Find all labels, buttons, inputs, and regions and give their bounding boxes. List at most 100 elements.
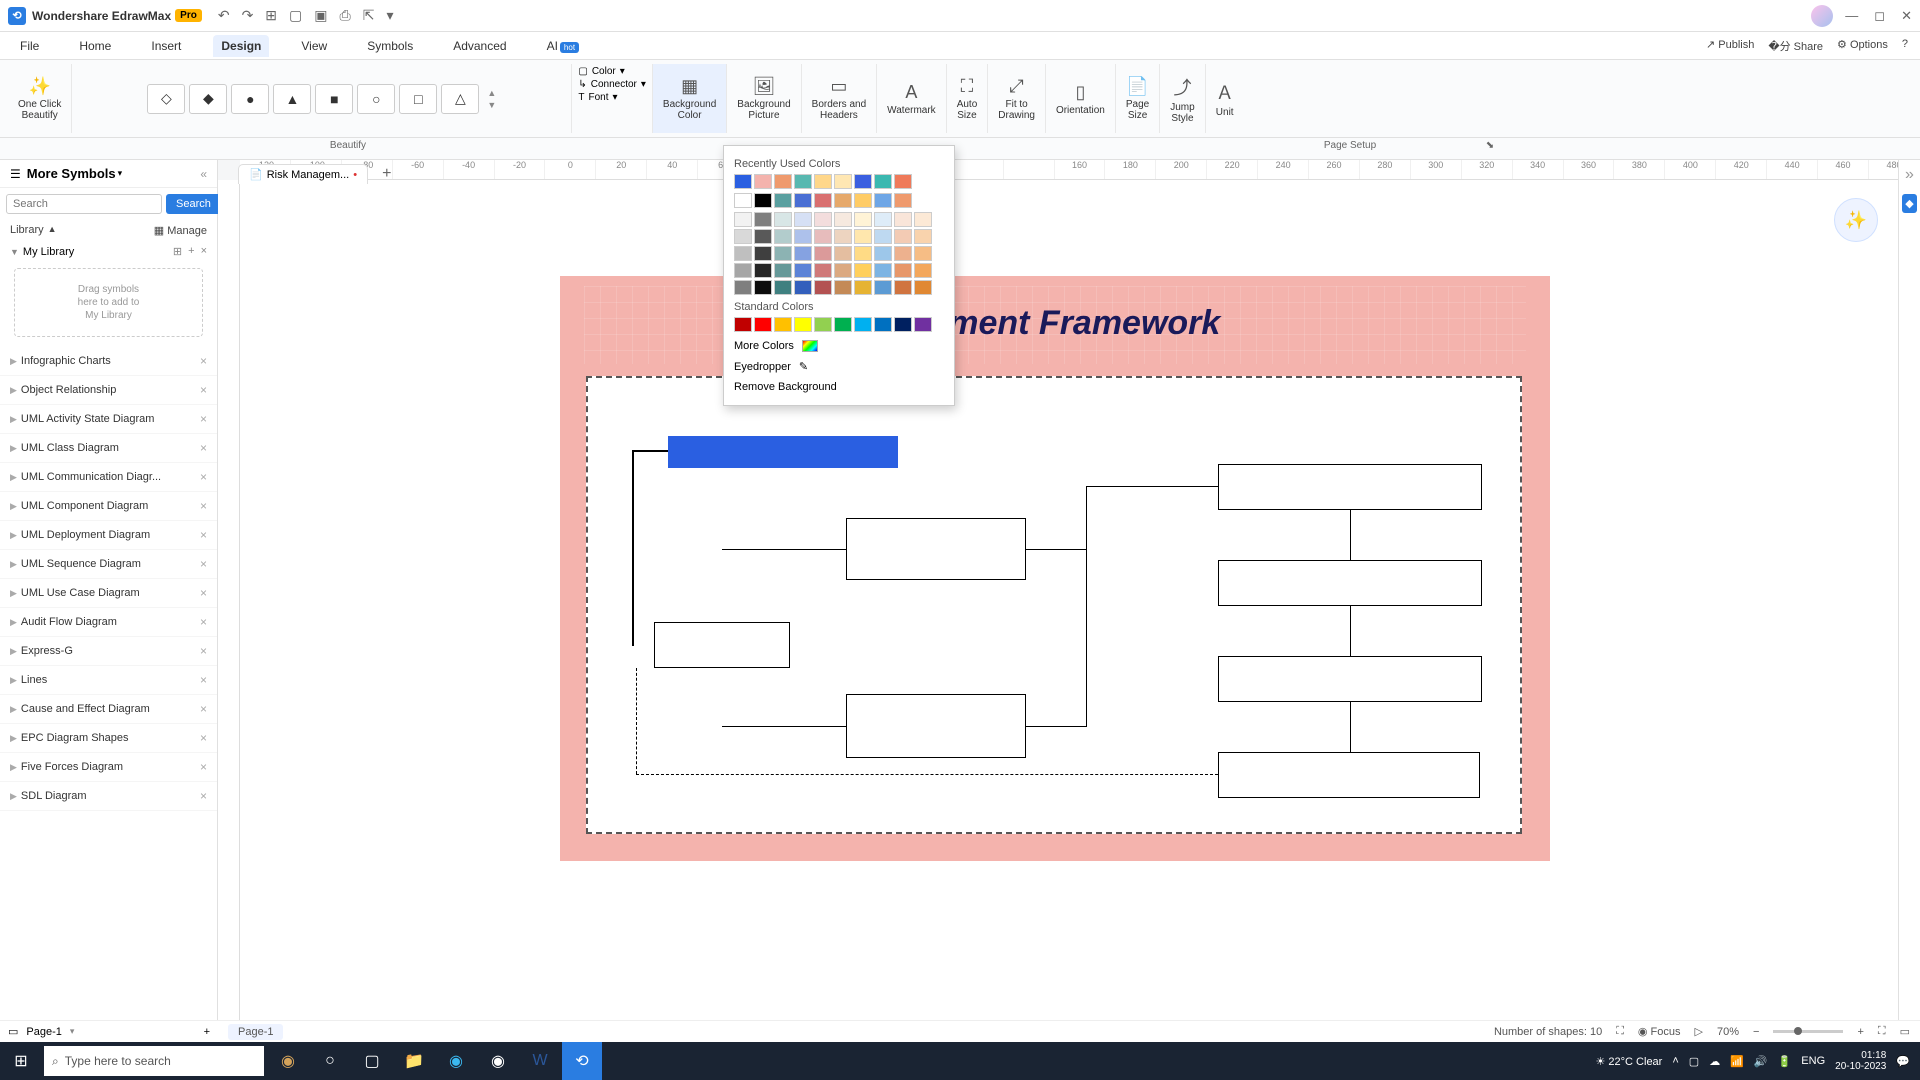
taskbar-clock[interactable]: 01:18 20-10-2023 xyxy=(1835,1050,1886,1072)
dropzone[interactable]: Drag symbols here to add to My Library xyxy=(14,268,203,337)
page-select[interactable]: Page-1 xyxy=(26,1026,61,1038)
shape-box[interactable] xyxy=(654,622,790,668)
color-swatch[interactable] xyxy=(774,280,792,295)
style-preset-1[interactable]: ◇ xyxy=(147,84,185,114)
color-swatch[interactable] xyxy=(814,246,832,261)
manage-button[interactable]: ▦ Manage xyxy=(154,224,207,237)
fullscreen-icon[interactable]: ⛶ xyxy=(1616,1025,1624,1038)
sidebar-category[interactable]: ▶UML Deployment Diagram× xyxy=(0,521,217,550)
color-swatch[interactable] xyxy=(734,280,752,295)
category-close-icon[interactable]: × xyxy=(200,644,207,658)
tray-onedrive-icon[interactable]: ☁ xyxy=(1709,1055,1720,1068)
shape-box[interactable] xyxy=(846,694,1026,758)
category-close-icon[interactable]: × xyxy=(200,557,207,571)
new-icon[interactable]: ⊞ xyxy=(265,7,277,24)
color-swatch[interactable] xyxy=(814,174,832,189)
tray-meet-icon[interactable]: ▢ xyxy=(1689,1055,1699,1068)
page-tab-bottom[interactable]: Page-1 xyxy=(228,1024,283,1040)
sidebar-category[interactable]: ▶Cause and Effect Diagram× xyxy=(0,695,217,724)
color-swatch[interactable] xyxy=(794,280,812,295)
category-close-icon[interactable]: × xyxy=(200,499,207,513)
menu-insert[interactable]: Insert xyxy=(143,35,189,57)
shape-box[interactable] xyxy=(1218,656,1482,702)
color-swatch[interactable] xyxy=(854,317,872,332)
zoom-out-icon[interactable]: − xyxy=(1753,1026,1759,1038)
color-swatch[interactable] xyxy=(734,246,752,261)
color-swatch[interactable] xyxy=(814,263,832,278)
mylib-chevron-icon[interactable]: ▼ xyxy=(10,247,19,257)
ai-side-icon[interactable]: ◆ xyxy=(1902,194,1916,213)
color-swatch[interactable] xyxy=(734,229,752,244)
color-swatch[interactable] xyxy=(814,317,832,332)
orientation-button[interactable]: ▯ Orientation xyxy=(1046,64,1116,133)
save-icon[interactable]: ▣ xyxy=(314,7,327,24)
pages-icon[interactable]: ▭ xyxy=(8,1025,18,1038)
autosize-button[interactable]: ⛶ Auto Size xyxy=(947,64,989,133)
zoom-slider[interactable] xyxy=(1773,1030,1843,1033)
pagesize-button[interactable]: 📄 Page Size xyxy=(1116,64,1160,133)
taskbar-taskview[interactable]: ▢ xyxy=(352,1042,392,1080)
tray-battery-icon[interactable]: 🔋 xyxy=(1778,1055,1792,1068)
taskbar-edrawmax[interactable]: ⟲ xyxy=(562,1042,602,1080)
undo-icon[interactable]: ↶ xyxy=(218,7,230,24)
category-close-icon[interactable]: × xyxy=(200,586,207,600)
fit-width-icon[interactable]: ▭ xyxy=(1900,1025,1910,1038)
eyedropper-item[interactable]: Eyedropper✎ xyxy=(734,356,944,377)
redo-icon[interactable]: ↷ xyxy=(242,7,254,24)
tray-volume-icon[interactable]: 🔊 xyxy=(1754,1055,1768,1068)
color-swatch[interactable] xyxy=(914,317,932,332)
color-swatch[interactable] xyxy=(814,280,832,295)
color-swatch[interactable] xyxy=(894,280,912,295)
remove-background-item[interactable]: Remove Background xyxy=(734,377,944,397)
sidebar-more-icon[interactable]: ▾ xyxy=(118,168,123,179)
minimize-icon[interactable]: — xyxy=(1845,8,1858,24)
color-swatch[interactable] xyxy=(754,246,772,261)
sidebar-category[interactable]: ▶UML Communication Diagr...× xyxy=(0,463,217,492)
focus-toggle[interactable]: ◉ Focus xyxy=(1638,1025,1681,1038)
color-swatch[interactable] xyxy=(914,246,932,261)
taskbar-chrome[interactable]: ◉ xyxy=(478,1042,518,1080)
sidebar-category[interactable]: ▶Five Forces Diagram× xyxy=(0,753,217,782)
menu-home[interactable]: Home xyxy=(71,35,119,57)
watermark-button[interactable]: A Watermark xyxy=(877,64,947,133)
color-swatch[interactable] xyxy=(794,212,812,227)
sidebar-category[interactable]: ▶SDL Diagram× xyxy=(0,782,217,811)
style-preset-6[interactable]: ○ xyxy=(357,84,395,114)
menu-advanced[interactable]: Advanced xyxy=(445,35,514,57)
sidebar-category[interactable]: ▶Object Relationship× xyxy=(0,376,217,405)
style-preset-5[interactable]: ■ xyxy=(315,84,353,114)
color-swatch[interactable] xyxy=(794,317,812,332)
color-swatch[interactable] xyxy=(854,193,872,208)
shape-box[interactable] xyxy=(1218,752,1480,798)
shape-box[interactable] xyxy=(846,518,1026,580)
color-swatch[interactable] xyxy=(834,229,852,244)
more-colors-item[interactable]: More Colors xyxy=(734,336,944,356)
publish-button[interactable]: ↗ Publish xyxy=(1706,38,1754,54)
weather-widget[interactable]: ☀ 22°C Clear xyxy=(1596,1055,1663,1068)
taskbar-explorer[interactable]: 📁 xyxy=(394,1042,434,1080)
mylib-add-icon[interactable]: ⊞ xyxy=(173,245,182,258)
category-close-icon[interactable]: × xyxy=(200,528,207,542)
color-swatch[interactable] xyxy=(774,317,792,332)
color-swatch[interactable] xyxy=(874,317,892,332)
page-dropdown-icon[interactable]: ▾ xyxy=(70,1026,75,1037)
color-swatch[interactable] xyxy=(894,212,912,227)
color-swatch[interactable] xyxy=(854,280,872,295)
sidebar-category[interactable]: ▶Infographic Charts× xyxy=(0,347,217,376)
sidebar-category[interactable]: ▶EPC Diagram Shapes× xyxy=(0,724,217,753)
category-close-icon[interactable]: × xyxy=(200,412,207,426)
category-close-icon[interactable]: × xyxy=(200,441,207,455)
color-swatch[interactable] xyxy=(894,317,912,332)
category-close-icon[interactable]: × xyxy=(200,354,207,368)
color-swatch[interactable] xyxy=(774,193,792,208)
mylib-close-icon[interactable]: × xyxy=(201,245,207,258)
library-up-icon[interactable]: ▲ xyxy=(48,224,57,237)
shape-box[interactable] xyxy=(668,436,898,468)
qat-more-icon[interactable]: ▾ xyxy=(386,7,393,24)
tray-notifications-icon[interactable]: 💬 xyxy=(1896,1055,1910,1068)
unit-button[interactable]: Ａ Unit xyxy=(1206,64,1244,133)
color-swatch[interactable] xyxy=(754,280,772,295)
color-swatch[interactable] xyxy=(914,263,932,278)
category-close-icon[interactable]: × xyxy=(200,760,207,774)
font-dropdown[interactable]: T Font ▾ xyxy=(578,92,646,103)
